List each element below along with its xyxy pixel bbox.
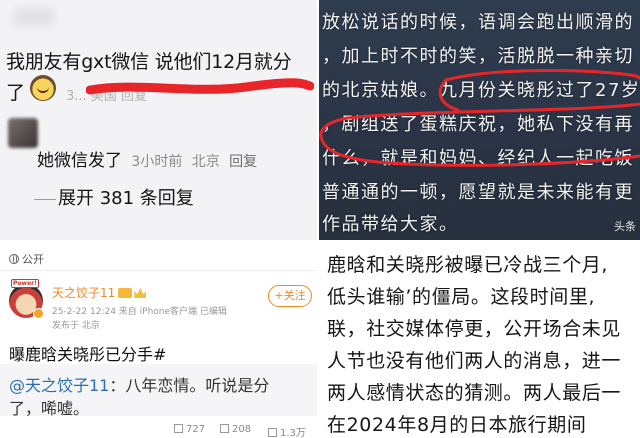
reply-avatar[interactable] xyxy=(8,118,38,148)
comment-text-line2: 了 xyxy=(6,82,26,104)
post-location: 发布于 北京 xyxy=(52,321,100,331)
quote-line-1: @天之饺子11：八年恋情。听说是分 xyxy=(9,372,269,396)
quote-line-2: 了，唏嘘。 xyxy=(9,399,90,418)
article-line-6: 在2024年8月的日本旅行期间 xyxy=(327,414,587,436)
follow-button[interactable]: +关注 xyxy=(268,285,312,307)
action-bar: 727 208 1.3万 xyxy=(0,422,318,438)
toutiao-watermark: 头条 xyxy=(614,220,636,233)
expand-replies-label: 展开 381 条回复 xyxy=(58,188,194,209)
article-line-1: 鹿晗和关晓彤被曝已冷战三个月, xyxy=(327,254,609,276)
username-link[interactable]: 天之饺子11 xyxy=(52,284,147,301)
power-badge: Power! xyxy=(11,279,39,288)
like-button[interactable]: 1.3万 xyxy=(268,424,306,438)
mention-link[interactable]: @天之饺子11 xyxy=(9,376,109,395)
article-line-4: 人节也没有他们两人的消息，进一 xyxy=(327,350,622,372)
like-icon xyxy=(268,428,277,437)
vertical-divider xyxy=(317,0,319,438)
verified-badge-icon xyxy=(33,308,44,319)
comment-text-line1: 我朋友有gxt微信 说他们12月就分 xyxy=(6,51,292,73)
like-count: 1.3万 xyxy=(280,428,306,438)
expand-replies-link[interactable]: 展开 381 条回复 xyxy=(34,184,194,210)
article-line-5: 两人感情状态的猜测。两人最后一 xyxy=(327,382,622,404)
red-circle-annotation xyxy=(319,69,640,167)
blurred-header xyxy=(14,8,54,26)
repost-button[interactable]: 727 xyxy=(174,424,205,435)
comment-count: 208 xyxy=(232,424,252,435)
reply-button[interactable]: 回复 xyxy=(229,154,257,170)
repost-count: 727 xyxy=(186,424,206,435)
reply-location: 北京 xyxy=(191,154,220,170)
divider xyxy=(0,270,318,271)
article-text-panel: 鹿晗和关晓彤被曝已冷战三个月, 低头谁输’的僵局。这段时间里, 联，社交媒体停更… xyxy=(318,240,640,438)
crown-icon xyxy=(134,288,147,298)
comment-icon xyxy=(220,424,229,433)
article-line-3: 联，社交媒体停更，公开场合未见 xyxy=(327,318,622,340)
weibo-post-card: 公开 Power! 天之饺子11 25-2-22 12:24 来自 iPhone… xyxy=(0,240,318,438)
reply-time: 3小时前 xyxy=(131,154,183,170)
visibility-label: 公开 xyxy=(9,251,44,267)
comment-thread-panel: 我朋友有gxt微信 说他们12月就分 了 3... 美国 回复 她微信发了 3小… xyxy=(0,0,318,240)
doge-emoji-icon xyxy=(30,75,56,101)
comment-button[interactable]: 208 xyxy=(220,424,251,435)
video-subtitle-panel: 放松说话的时候，语调会跑出顺滑的 ，加上时不时的笑，活脱脱一种亲切 的北京姑娘。… xyxy=(318,0,640,240)
user-avatar[interactable]: Power! xyxy=(9,279,44,319)
username-text: 天之饺子11 xyxy=(52,286,116,300)
level-badge-icon xyxy=(118,288,133,298)
quote-text: ：八年恋情。听说是分 xyxy=(109,376,270,395)
globe-icon xyxy=(9,254,19,264)
repost-icon xyxy=(174,424,183,433)
quoted-post[interactable]: @天之饺子11：八年恋情。听说是分 了，唏嘘。 xyxy=(0,364,318,418)
post-timestamp: 25-2-22 12:24 来自 iPhone客户端 已编辑 xyxy=(52,307,227,317)
red-scribble-underline xyxy=(86,78,314,95)
reply-text: 她微信发了 xyxy=(37,151,122,171)
post-text: 曝鹿晗关晓彤已分手# xyxy=(9,345,167,364)
visibility-text: 公开 xyxy=(22,253,44,266)
dash-divider xyxy=(34,198,56,200)
reply-comment: 她微信发了 3小时前 北京 回复 xyxy=(37,146,257,171)
article-line-2: 低头谁输’的僵局。这段时间里, xyxy=(327,286,596,308)
